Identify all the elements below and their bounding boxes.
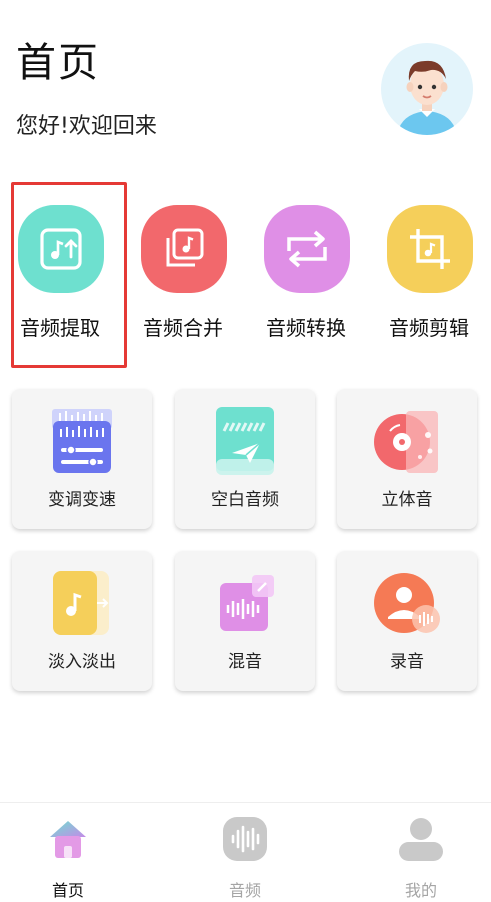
tool-label-fade: 淡入淡出 [48,652,116,672]
equalizer-icon [47,407,117,477]
bottom-tab-bar: 首页 音频 我的 [0,802,491,902]
feature-audio-clip[interactable] [381,205,481,300]
tool-card-record[interactable]: 录音 [337,551,477,691]
crop-icon [387,205,473,293]
feature-audio-merge[interactable] [135,205,235,300]
user-icon [399,817,443,861]
paper-plane-icon [210,407,280,477]
home-icon [46,817,90,861]
mix-waveform-icon [210,569,280,639]
tool-label-mix: 混音 [228,652,262,672]
feature-audio-convert[interactable] [258,205,358,300]
tool-card-stereo[interactable]: 立体音 [337,389,477,529]
tool-card-blank-audio[interactable]: 空白音频 [175,389,315,529]
tool-label-record: 录音 [390,652,424,672]
avatar[interactable] [381,43,473,135]
fade-music-icon [47,569,117,639]
page-title: 首页 [16,40,100,86]
tool-card-pitch-speed[interactable]: 变调变速 [12,389,152,529]
tab-label-home: 首页 [51,881,84,900]
feature-label-audio-extract: 音频提取 [20,316,100,340]
feature-audio-extract[interactable] [12,205,112,300]
feature-label-audio-merge: 音频合并 [143,316,223,340]
greeting-text: 您好!欢迎回来 [16,114,157,139]
tab-label-mine: 我的 [404,881,437,900]
repeat-icon [264,205,350,293]
stereo-disc-icon [372,407,442,477]
tab-home[interactable]: 首页 [18,803,118,902]
tool-label-stereo: 立体音 [381,490,433,510]
music-stack-icon [141,205,227,293]
tool-label-blank-audio: 空白音频 [211,490,279,510]
tool-label-pitch-speed: 变调变速 [48,490,116,510]
waveform-icon [223,817,267,861]
feature-label-audio-convert: 音频转换 [266,316,346,340]
tool-card-fade[interactable]: 淡入淡出 [12,551,152,691]
tab-mine[interactable]: 我的 [371,803,471,902]
tool-card-mix[interactable]: 混音 [175,551,315,691]
feature-label-audio-clip: 音频剪辑 [389,316,469,340]
music-export-icon [18,205,104,293]
tab-audio[interactable]: 音频 [195,803,295,902]
avatar-illustration-icon [397,60,457,135]
tab-label-audio: 音频 [228,881,261,900]
record-user-icon [372,569,442,639]
